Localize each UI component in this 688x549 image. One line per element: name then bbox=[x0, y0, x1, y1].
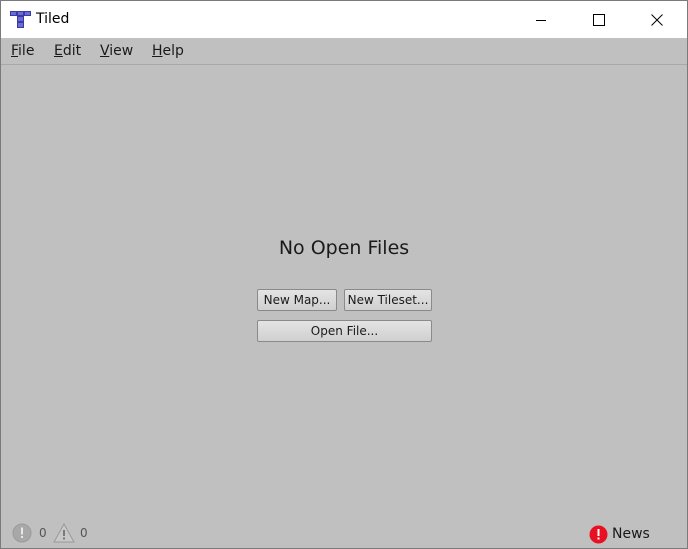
warning-icon[interactable] bbox=[53, 523, 75, 543]
maximize-icon bbox=[593, 13, 605, 26]
new-tileset-button[interactable]: New Tileset... bbox=[344, 289, 432, 311]
close-icon bbox=[651, 13, 663, 26]
news-button[interactable]: News bbox=[589, 523, 650, 545]
maximize-button[interactable] bbox=[570, 1, 628, 38]
minimize-button[interactable] bbox=[512, 1, 570, 38]
no-open-files-heading: No Open Files bbox=[278, 237, 410, 259]
menu-edit[interactable]: Edit bbox=[54, 43, 81, 59]
error-icon[interactable] bbox=[12, 523, 32, 543]
error-count: 0 bbox=[39, 526, 47, 540]
warning-count: 0 bbox=[80, 526, 88, 540]
alert-icon bbox=[589, 525, 608, 543]
app-window: Tiled File Edit View Help No Open Files … bbox=[0, 0, 688, 549]
close-button[interactable] bbox=[628, 1, 686, 38]
new-map-button[interactable]: New Map... bbox=[257, 289, 337, 311]
news-label: News bbox=[612, 526, 650, 542]
tiled-app-icon bbox=[10, 11, 31, 28]
menu-view[interactable]: View bbox=[100, 43, 133, 59]
minimize-icon bbox=[536, 19, 546, 21]
window-title: Tiled bbox=[36, 11, 70, 27]
title-bar[interactable]: Tiled bbox=[1, 1, 687, 38]
menu-bar: File Edit View Help bbox=[1, 38, 687, 65]
menu-help[interactable]: Help bbox=[152, 43, 184, 59]
menu-file[interactable]: File bbox=[11, 43, 34, 59]
open-file-button[interactable]: Open File... bbox=[257, 320, 432, 342]
